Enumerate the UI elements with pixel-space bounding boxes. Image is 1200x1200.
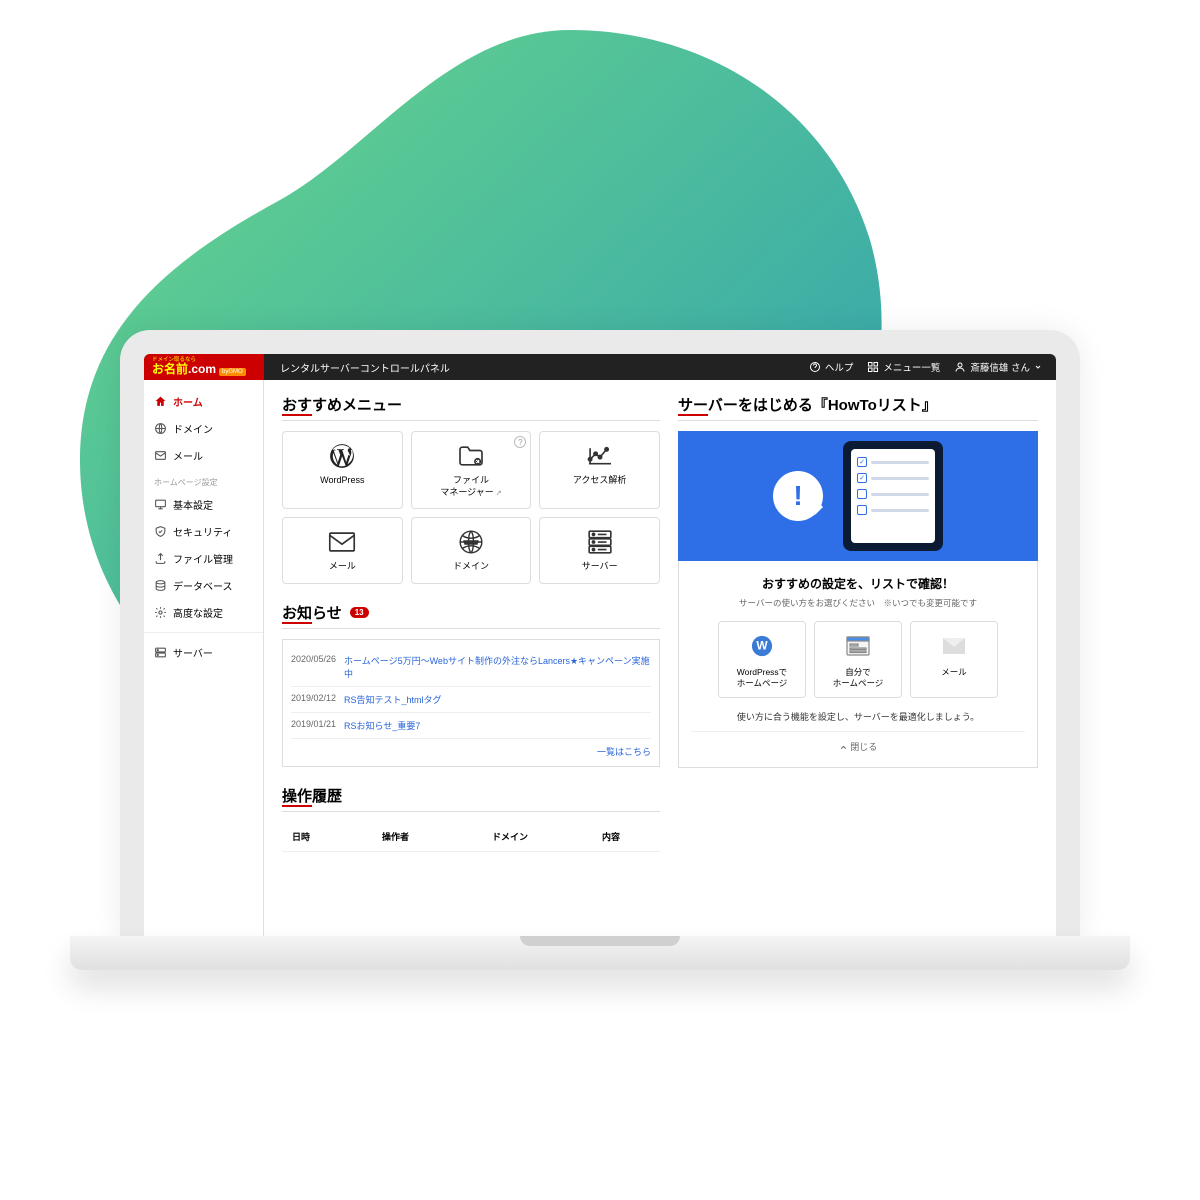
mail-icon (938, 630, 970, 662)
grid-icon (867, 361, 879, 373)
howto-section: サーバーをはじめる『HowToリスト』 ! ✓ ✓ おすすめの設定を、リストで確… (678, 394, 1038, 768)
shield-icon (154, 525, 167, 538)
chevron-up-icon (839, 743, 848, 752)
svg-text:WWW: WWW (464, 541, 478, 547)
news-item[interactable]: 2019/01/21 RSお知らせ_重要7 (291, 713, 651, 739)
page-icon (842, 630, 874, 662)
laptop-mockup: ドメイン取るなら お名前 .com byGMO レンタルサーバーコントロールパネ… (70, 330, 1130, 1070)
external-link-icon: ↗ (496, 490, 502, 497)
help-icon (809, 361, 821, 373)
sidebar-item-basic[interactable]: 基本設定 (144, 491, 263, 518)
news-section: お知らせ 13 2020/05/26 ホームページ5万円～Webサイト制作の外注… (282, 602, 660, 767)
sidebar: ホーム ドメイン メール ホームページ設定 基本設定 セキュリティ ファイル管理… (144, 380, 264, 940)
upload-icon (154, 552, 167, 565)
card-analytics[interactable]: アクセス解析 (539, 431, 660, 509)
sidebar-item-mail[interactable]: メール (144, 442, 263, 469)
gear-icon (154, 606, 167, 619)
sidebar-item-home[interactable]: ホーム (144, 388, 263, 415)
news-item[interactable]: 2019/02/12 RS告知テスト_htmlタグ (291, 687, 651, 713)
howto-card-mail[interactable]: メール (910, 621, 998, 698)
laptop-base (70, 936, 1130, 970)
chevron-down-icon (1034, 363, 1042, 371)
server-icon (154, 646, 167, 659)
exclamation-bubble-icon: ! (773, 471, 823, 521)
monitor-icon (154, 498, 167, 511)
server-rack-icon (587, 528, 613, 556)
brand-logo[interactable]: ドメイン取るなら お名前 .com byGMO (144, 354, 264, 380)
sidebar-item-domain[interactable]: ドメイン (144, 415, 263, 442)
recommend-title: おすすめメニュー (282, 394, 660, 421)
www-icon: WWW (458, 528, 484, 556)
howto-card-self[interactable]: 自分で ホームページ (814, 621, 902, 698)
help-link[interactable]: ヘルプ (809, 360, 854, 374)
user-icon (954, 361, 966, 373)
card-wordpress[interactable]: WordPress (282, 431, 403, 509)
wordpress-icon (329, 442, 355, 470)
mail-icon (154, 449, 167, 462)
mail-icon (328, 528, 356, 556)
howto-hero: ! ✓ ✓ (678, 431, 1038, 561)
history-title: 操作履歴 (282, 785, 660, 812)
card-mail[interactable]: メール (282, 517, 403, 584)
help-badge-icon[interactable]: ? (514, 436, 526, 448)
sidebar-item-security[interactable]: セキュリティ (144, 518, 263, 545)
database-icon (154, 579, 167, 592)
card-file-manager[interactable]: ? ファイル マネージャー↗ (411, 431, 532, 509)
card-server[interactable]: サーバー (539, 517, 660, 584)
chart-icon (586, 442, 614, 470)
globe-icon (154, 422, 167, 435)
sidebar-item-server[interactable]: サーバー (144, 639, 263, 666)
history-header-row: 日時 操作者 ドメイン 内容 (282, 822, 660, 852)
checklist-graphic-icon: ✓ ✓ (843, 441, 943, 551)
news-title: お知らせ 13 (282, 602, 660, 629)
svg-text:W: W (756, 639, 768, 653)
history-section: 操作履歴 日時 操作者 ドメイン 内容 (282, 785, 660, 852)
howto-card-wordpress[interactable]: W WordPressで ホームページ (718, 621, 806, 698)
folder-icon (457, 442, 485, 470)
user-menu[interactable]: 斎藤信雄 さん (954, 360, 1042, 374)
sidebar-item-file[interactable]: ファイル管理 (144, 545, 263, 572)
sidebar-group-label: ホームページ設定 (144, 469, 263, 491)
news-more-link[interactable]: 一覧はこちら (597, 747, 651, 757)
recommend-section: おすすめメニュー WordPress ? ファイル マネージャー↗ アクセス解析 (282, 394, 660, 584)
app-title: レンタルサーバーコントロールパネル (264, 360, 466, 375)
menu-list-link[interactable]: メニュー一覧 (867, 360, 940, 374)
close-button[interactable]: 閉じる (691, 731, 1025, 753)
sidebar-item-database[interactable]: データベース (144, 572, 263, 599)
news-item[interactable]: 2020/05/26 ホームページ5万円～Webサイト制作の外注ならLancer… (291, 648, 651, 687)
howto-desc: 使い方に合う機能を設定し、サーバーを最適化しましょう。 (691, 710, 1025, 723)
sidebar-item-advanced[interactable]: 高度な設定 (144, 599, 263, 626)
howto-subtitle: サーバーの使い方をお選びください ※いつでも変更可能です (691, 597, 1025, 609)
card-domain[interactable]: WWW ドメイン (411, 517, 532, 584)
wordpress-icon: W (746, 630, 778, 662)
news-count-badge: 13 (350, 607, 369, 618)
home-icon (154, 395, 167, 408)
top-bar: ドメイン取るなら お名前 .com byGMO レンタルサーバーコントロールパネ… (144, 354, 1056, 380)
howto-heading: おすすめの設定を、リストで確認！ (691, 575, 1025, 592)
howto-title: サーバーをはじめる『HowToリスト』 (678, 394, 1038, 421)
